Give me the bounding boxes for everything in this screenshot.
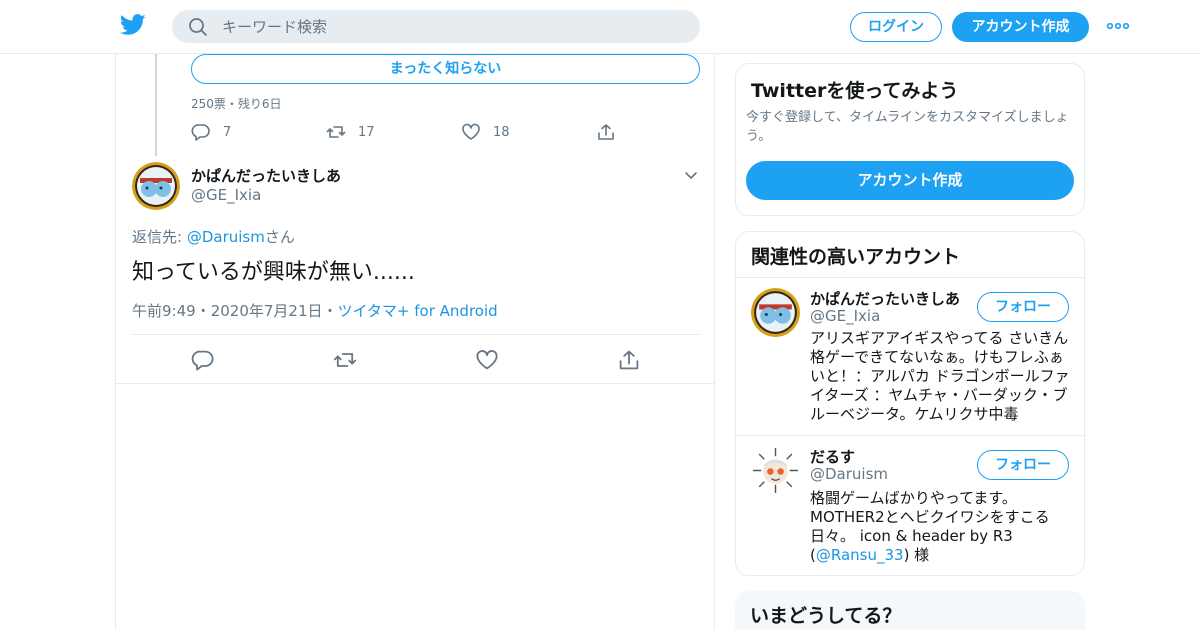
trends-card: いまどうしてる？ <box>735 591 1085 630</box>
divider <box>131 334 700 335</box>
related-accounts-card: 関連性の高いアカウント かぱんだったいきしあ @GE_Ixia フォロー アリス… <box>735 231 1085 576</box>
follow-button[interactable]: フォロー <box>977 450 1069 480</box>
chevron-down-icon[interactable] <box>682 166 700 184</box>
signup-card-description: 今すぐ登録して、タイムラインをカスタマイズしましょう。 <box>746 110 1069 144</box>
trends-title: いまどうしてる？ <box>750 605 902 627</box>
account-bio-link[interactable]: @Ransu_33 <box>816 546 904 564</box>
tweet-author-handle[interactable]: @GE_Ixia <box>191 186 261 204</box>
account-bio: アリスギアアイギスやってる さいきん格ゲーできてないなぁ。けもフレふぁいと！：ア… <box>810 329 1070 423</box>
avatar[interactable] <box>751 446 800 495</box>
reply-icon <box>191 124 210 141</box>
twitter-bird-logo-icon[interactable] <box>120 14 146 36</box>
account-handle[interactable]: @Daruism <box>810 465 888 483</box>
meta-separator: ・ <box>322 302 338 320</box>
retweet-count: 17 <box>358 124 375 140</box>
reply-to-line: 返信先: @Daruismさん <box>132 226 295 247</box>
reply-to-prefix: 返信先: <box>132 228 187 246</box>
avatar-image <box>751 288 800 337</box>
related-accounts-title: 関連性の高いアカウント <box>751 246 961 268</box>
avatar-image <box>132 162 180 210</box>
account-bio: 格闘ゲームばかりやってます。MOTHER2とヘビクイワシをすこる日々。 icon… <box>810 489 1074 565</box>
divider <box>736 277 1084 278</box>
avatar[interactable] <box>132 162 180 210</box>
avatar-image <box>751 446 800 495</box>
tweet-author-name[interactable]: かぱんだったいきしあ <box>191 165 341 186</box>
search-icon <box>189 18 207 36</box>
tweet-text: 知っているが興味が無い...... <box>132 260 415 285</box>
login-button[interactable]: ログイン <box>850 12 942 42</box>
signup-card-title: Twitterを使ってみよう <box>751 80 959 102</box>
retweet-icon[interactable] <box>333 348 357 372</box>
signup-card: Twitterを使ってみよう 今すぐ登録して、タイムラインをカスタマイズしましょ… <box>735 63 1085 216</box>
search-input[interactable] <box>222 10 682 43</box>
like-count: 18 <box>493 124 510 140</box>
timeline-column: まったく知らない 250票・残り6日 7 17 18 かぱんだったいきしあ @G… <box>115 54 715 630</box>
reply-action[interactable]: 7 <box>191 122 231 142</box>
account-handle[interactable]: @GE_Ixia <box>810 307 880 325</box>
share-action[interactable] <box>596 122 616 142</box>
meta-separator: ・ <box>195 302 211 320</box>
poll-option-button[interactable]: まったく知らない <box>191 54 700 84</box>
divider <box>116 383 714 384</box>
share-icon <box>598 124 614 140</box>
more-options-icon[interactable] <box>1106 18 1130 34</box>
tweet-metadata: 午前9:49・2020年7月21日・ツイタマ+ for Android <box>132 300 498 321</box>
thread-connector-line <box>155 54 157 156</box>
tweet-client-link[interactable]: ツイタマ+ for Android <box>338 302 498 320</box>
tweet-date[interactable]: 2020年7月21日 <box>211 302 323 320</box>
reply-to-suffix: さん <box>264 228 295 246</box>
account-bio-text: ) 様 <box>903 546 930 564</box>
reply-to-link[interactable]: @Daruism <box>187 228 265 246</box>
retweet-icon <box>326 126 346 138</box>
search-box[interactable] <box>172 10 700 43</box>
divider <box>736 435 1084 436</box>
like-action[interactable]: 18 <box>461 122 510 142</box>
tweet-time[interactable]: 午前9:49 <box>132 302 196 320</box>
follow-button[interactable]: フォロー <box>977 292 1069 322</box>
heart-icon[interactable] <box>475 348 499 372</box>
share-icon[interactable] <box>617 348 641 372</box>
account-name[interactable]: だるす <box>810 446 855 467</box>
reply-icon[interactable] <box>191 348 215 372</box>
signup-button[interactable]: アカウント作成 <box>952 12 1089 42</box>
top-navigation-bar: ログイン アカウント作成 <box>0 0 1200 54</box>
reply-count: 7 <box>223 124 232 140</box>
heart-icon <box>462 123 480 140</box>
account-name[interactable]: かぱんだったいきしあ <box>810 288 960 309</box>
retweet-action[interactable]: 17 <box>326 122 375 142</box>
avatar[interactable] <box>751 288 800 337</box>
signup-card-button[interactable]: アカウント作成 <box>746 161 1074 200</box>
poll-meta: 250票・残り6日 <box>191 97 282 111</box>
